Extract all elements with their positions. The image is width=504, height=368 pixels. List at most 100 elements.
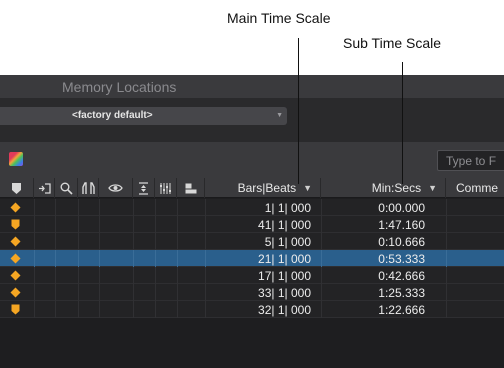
track-height-icon[interactable] xyxy=(133,178,155,198)
min-secs-value: 0:42.666 xyxy=(378,269,425,283)
marker-pin-icon[interactable] xyxy=(10,304,21,315)
min-secs-value: 1:47.160 xyxy=(378,218,425,232)
column-divider xyxy=(155,233,156,250)
bars-beats-value: 5| 1| 000 xyxy=(264,235,311,249)
sub-time-scale-callout: Sub Time Scale xyxy=(343,35,442,51)
column-divider xyxy=(34,284,35,301)
marker-pin-icon[interactable] xyxy=(10,219,21,230)
bars-beats-value: 41| 1| 000 xyxy=(258,218,311,232)
column-divider xyxy=(133,233,134,250)
marker-diamond-icon[interactable] xyxy=(10,236,21,247)
column-divider xyxy=(133,250,134,267)
min-secs-column-header[interactable]: Min:Secs ▼ xyxy=(321,178,446,198)
chevron-down-icon: ▼ xyxy=(276,112,283,119)
column-divider xyxy=(133,216,134,233)
column-divider xyxy=(78,199,79,216)
track-show-hide-icon[interactable] xyxy=(99,178,133,198)
column-divider xyxy=(99,199,100,216)
column-divider xyxy=(133,267,134,284)
column-divider xyxy=(155,216,156,233)
marker-icon[interactable] xyxy=(0,178,34,198)
column-divider xyxy=(177,216,178,233)
window-config-icon[interactable] xyxy=(177,178,205,198)
color-palette-icon[interactable] xyxy=(9,152,23,166)
comments-column-header[interactable]: Comme xyxy=(446,178,498,198)
min-secs-value: 1:22.666 xyxy=(378,303,425,317)
column-divider xyxy=(78,284,79,301)
view-preset-value: <factory default> xyxy=(72,110,153,121)
column-divider xyxy=(133,284,134,301)
column-divider xyxy=(446,199,447,216)
sub-time-scale-leader xyxy=(402,62,403,184)
column-divider xyxy=(99,267,100,284)
column-divider xyxy=(78,216,79,233)
column-divider xyxy=(155,284,156,301)
bars-beats-column-header[interactable]: Bars|Beats ▼ xyxy=(205,178,321,198)
memory-location-row[interactable]: 33| 1| 000 1:25.333 xyxy=(0,284,504,301)
column-divider xyxy=(177,301,178,318)
memory-location-row[interactable]: 17| 1| 000 0:42.666 xyxy=(0,267,504,284)
column-divider xyxy=(155,199,156,216)
column-divider xyxy=(99,250,100,267)
column-divider xyxy=(446,250,447,267)
column-header: Bars|Beats ▼ Min:Secs ▼ Comme xyxy=(0,178,504,198)
column-divider xyxy=(446,301,447,318)
column-divider xyxy=(155,301,156,318)
group-enable-icon[interactable] xyxy=(155,178,177,198)
column-divider xyxy=(99,233,100,250)
column-divider xyxy=(446,216,447,233)
column-divider xyxy=(155,267,156,284)
memory-location-row[interactable]: 21| 1| 000 0:53.333 xyxy=(0,250,504,267)
column-divider xyxy=(177,250,178,267)
pre-post-roll-icon[interactable] xyxy=(78,178,99,198)
min-secs-value: 1:25.333 xyxy=(378,286,425,300)
bars-beats-value: 32| 1| 000 xyxy=(258,303,311,317)
selection-icon[interactable] xyxy=(34,178,55,198)
column-divider xyxy=(99,301,100,318)
marker-diamond-icon[interactable] xyxy=(10,253,21,264)
marker-diamond-icon[interactable] xyxy=(10,202,21,213)
column-divider xyxy=(78,233,79,250)
memory-location-row[interactable]: 5| 1| 000 0:10.666 xyxy=(0,233,504,250)
sort-arrow-icon: ▼ xyxy=(428,183,437,193)
min-secs-value: 0:00.000 xyxy=(378,201,425,215)
sort-arrow-icon: ▼ xyxy=(303,183,312,193)
search-input[interactable] xyxy=(446,153,504,168)
zoom-icon[interactable] xyxy=(55,178,78,198)
column-divider xyxy=(446,267,447,284)
memory-location-row[interactable]: 1| 1| 000 0:00.000 xyxy=(0,199,504,216)
column-divider xyxy=(99,284,100,301)
min-secs-value: 0:10.666 xyxy=(378,235,425,249)
search-field[interactable] xyxy=(437,150,504,171)
column-divider xyxy=(446,233,447,250)
column-divider xyxy=(177,267,178,284)
column-divider xyxy=(78,267,79,284)
column-divider xyxy=(177,233,178,250)
column-divider xyxy=(55,267,56,284)
column-divider xyxy=(34,216,35,233)
memory-location-row[interactable]: 32| 1| 000 1:22.666 xyxy=(0,301,504,318)
marker-diamond-icon[interactable] xyxy=(10,270,21,281)
column-divider xyxy=(55,216,56,233)
column-divider xyxy=(155,250,156,267)
column-divider xyxy=(34,267,35,284)
marker-diamond-icon[interactable] xyxy=(10,287,21,298)
column-divider xyxy=(177,199,178,216)
column-divider xyxy=(78,301,79,318)
view-preset-dropdown[interactable]: <factory default> ▼ xyxy=(0,107,287,125)
column-divider xyxy=(133,199,134,216)
bars-beats-value: 33| 1| 000 xyxy=(258,286,311,300)
memory-locations-window: Memory Locations <factory default> ▼ Typ… xyxy=(0,75,504,368)
memory-location-row[interactable]: 41| 1| 000 1:47.160 xyxy=(0,216,504,233)
bars-beats-value: 1| 1| 000 xyxy=(264,201,311,215)
window-titlebar[interactable]: Memory Locations xyxy=(0,75,504,98)
column-divider xyxy=(34,199,35,216)
column-divider xyxy=(34,233,35,250)
column-divider xyxy=(55,233,56,250)
window-title: Memory Locations xyxy=(62,79,177,95)
main-time-scale-leader xyxy=(298,38,299,184)
min-secs-value: 0:53.333 xyxy=(378,252,425,266)
filter-bar xyxy=(0,142,504,178)
column-divider xyxy=(55,250,56,267)
bars-beats-value: 17| 1| 000 xyxy=(258,269,311,283)
